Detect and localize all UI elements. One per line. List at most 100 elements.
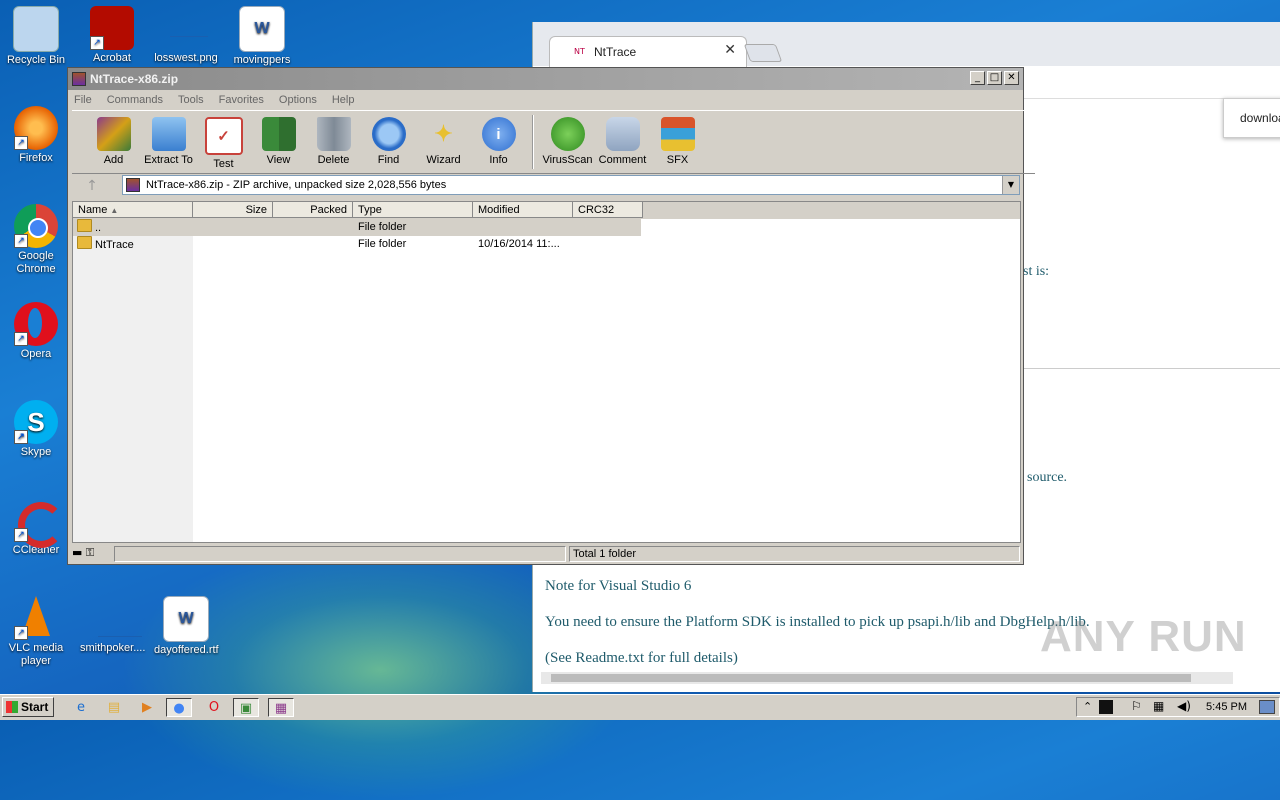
show-desktop-icon[interactable] [1259, 700, 1275, 714]
word-doc-icon: W [163, 596, 209, 642]
desktop-icon-label: Recycle Bin [6, 54, 66, 66]
desktop-icon-smithpoker[interactable]: smithpoker.... [80, 596, 145, 655]
up-arrow-icon[interactable]: ↑ [78, 177, 106, 195]
menu-tools[interactable]: Tools [178, 94, 204, 106]
tool-label: Info [489, 154, 508, 166]
table-row[interactable]: .. File folder [73, 219, 641, 236]
comment-icon [605, 117, 640, 151]
row-name: .. [77, 219, 101, 237]
find-button[interactable]: Find [361, 111, 416, 171]
task-manager-taskbar-icon[interactable]: ▣ [233, 698, 259, 717]
tool-label: View [266, 154, 291, 166]
chevron-down-icon[interactable]: ▼ [1002, 176, 1019, 194]
delete-button[interactable]: Delete [306, 111, 361, 171]
column-header-size[interactable]: Size [193, 202, 273, 218]
chrome-icon: ↗ [14, 204, 58, 248]
desktop-icon-movingpers[interactable]: W movingpers [230, 6, 294, 67]
add-button[interactable]: Add [86, 111, 141, 171]
menu-favorites[interactable]: Favorites [219, 94, 264, 106]
taskbar-clock[interactable]: 5:45 PM [1206, 701, 1247, 713]
acrobat-icon: ↗ [90, 6, 134, 50]
start-button[interactable]: Start [2, 697, 54, 717]
desktop-icon-label: losswest.png [154, 52, 218, 64]
column-header-packed[interactable]: Packed [273, 202, 353, 218]
desktop-icon-dayoffered[interactable]: W dayoffered.rtf [154, 596, 219, 657]
close-button[interactable]: ✕ [1004, 71, 1019, 85]
file-list[interactable]: Name ▲ Size Packed Type Modified CRC32 .… [72, 201, 1021, 543]
maximize-button[interactable]: □ [987, 71, 1002, 85]
minimize-button[interactable]: _ [970, 71, 985, 85]
word-doc-icon: W [239, 6, 285, 52]
virusscan-button[interactable]: VirusScan [540, 111, 595, 171]
name-column-highlight [73, 219, 193, 542]
row-modified: 10/16/2014 11:... [478, 238, 560, 250]
media-player-taskbar-icon[interactable]: ▶ [134, 698, 160, 717]
column-header-type[interactable]: Type [353, 202, 473, 218]
sfx-box-icon [660, 117, 695, 151]
wizard-button[interactable]: ✦ Wizard [416, 111, 471, 171]
row-name: NtTrace [77, 236, 134, 254]
comment-button[interactable]: Comment [595, 111, 650, 171]
browser-tab-nttrace[interactable]: NT NtTrace ✕ [549, 36, 747, 67]
winrar-taskbar-icon[interactable]: ▦ [268, 698, 294, 717]
menu-file[interactable]: File [74, 94, 92, 106]
path-combobox[interactable]: NtTrace-x86.zip - ZIP archive, unpacked … [122, 175, 1020, 195]
menu-help[interactable]: Help [332, 94, 355, 106]
tool-label: Comment [598, 154, 647, 166]
opera-taskbar-icon[interactable]: O [201, 698, 227, 717]
desktop-icon-skype[interactable]: S ↗ Skype [4, 400, 68, 459]
winrar-window: NtTrace-x86.zip _ □ ✕ File Commands Tool… [67, 67, 1035, 565]
desktop-icon-label: VLC media player [8, 642, 64, 667]
monitor-app-icon[interactable] [1099, 700, 1113, 714]
info-button[interactable]: i Info [471, 111, 526, 171]
winrar-titlebar[interactable]: NtTrace-x86.zip _ □ ✕ [68, 68, 1023, 90]
browser-tab-title: NtTrace [594, 45, 637, 59]
volume-icon[interactable]: ◀) [1177, 699, 1191, 713]
table-row[interactable]: NtTrace File folder 10/16/2014 11:... [73, 236, 641, 253]
column-header-crc32[interactable]: CRC32 [573, 202, 643, 218]
desktop-icon-vlc[interactable]: ↗ VLC media player [4, 596, 68, 668]
column-header-modified[interactable]: Modified [473, 202, 573, 218]
desktop-icon-opera[interactable]: ↗ Opera [4, 302, 68, 361]
desktop-icon-recycle-bin[interactable]: Recycle Bin [4, 6, 68, 67]
add-archive-icon [96, 117, 131, 151]
show-hidden-icons-icon[interactable]: ⌃ [1083, 700, 1092, 713]
close-icon[interactable]: ✕ [724, 42, 736, 58]
menu-commands[interactable]: Commands [107, 94, 163, 106]
column-header-name[interactable]: Name ▲ [73, 202, 193, 218]
wizard-wand-icon: ✦ [434, 121, 453, 146]
test-button[interactable]: ✓ Test [196, 111, 251, 171]
menubar: File Commands Tools Favorites Options He… [68, 90, 1023, 109]
network-icon[interactable]: ▦ [1153, 699, 1164, 713]
column-header-row: Name ▲ Size Packed Type Modified CRC32 [73, 202, 1020, 219]
chrome-taskbar-icon[interactable]: ● [166, 698, 192, 717]
new-tab-button[interactable] [743, 44, 783, 62]
row-type: File folder [358, 221, 407, 233]
horizontal-scrollbar[interactable] [541, 672, 1233, 684]
path-text: NtTrace-x86.zip - ZIP archive, unpacked … [146, 179, 447, 191]
view-button[interactable]: View [251, 111, 306, 171]
desktop-icon-firefox[interactable]: ↗ Firefox [4, 106, 68, 165]
drive-key-icon[interactable]: ▬ ⚿ [72, 546, 112, 562]
desktop-icon-chrome[interactable]: ↗ Google Chrome [4, 204, 68, 276]
desktop-icon-ccleaner[interactable]: ↗ CCleaner [4, 498, 68, 557]
window-title: NtTrace-x86.zip [90, 72, 179, 86]
folder-up-icon [77, 219, 92, 232]
menu-options[interactable]: Options [279, 94, 317, 106]
system-tray: ⌃ ⚐ ▦ ◀) 5:45 PM [1076, 697, 1280, 717]
opera-icon: ↗ [14, 302, 58, 346]
action-center-flag-icon[interactable]: ⚐ [1131, 699, 1142, 713]
path-row: ↑ NtTrace-x86.zip - ZIP archive, unpacke… [72, 174, 1021, 198]
desktop-icon-label: Skype [20, 446, 52, 458]
tool-label: VirusScan [542, 154, 593, 166]
explorer-taskbar-icon[interactable]: ▤ [101, 698, 127, 717]
sfx-button[interactable]: SFX [650, 111, 705, 171]
desktop-icon-acrobat[interactable]: ↗ Acrobat [80, 6, 144, 65]
scrollbar-thumb[interactable] [551, 674, 1191, 682]
ie-taskbar-icon[interactable]: e [68, 698, 94, 717]
toolbar: Add Extract To ✓ Test View Delete Find ✦ W… [72, 110, 1035, 174]
desktop-icon-losswest[interactable]: losswest.png [154, 6, 218, 65]
desktop-icon-label: dayoffered.rtf [154, 644, 219, 656]
desktop-icon-label: Opera [20, 348, 52, 360]
extract-to-button[interactable]: Extract To [141, 111, 196, 171]
